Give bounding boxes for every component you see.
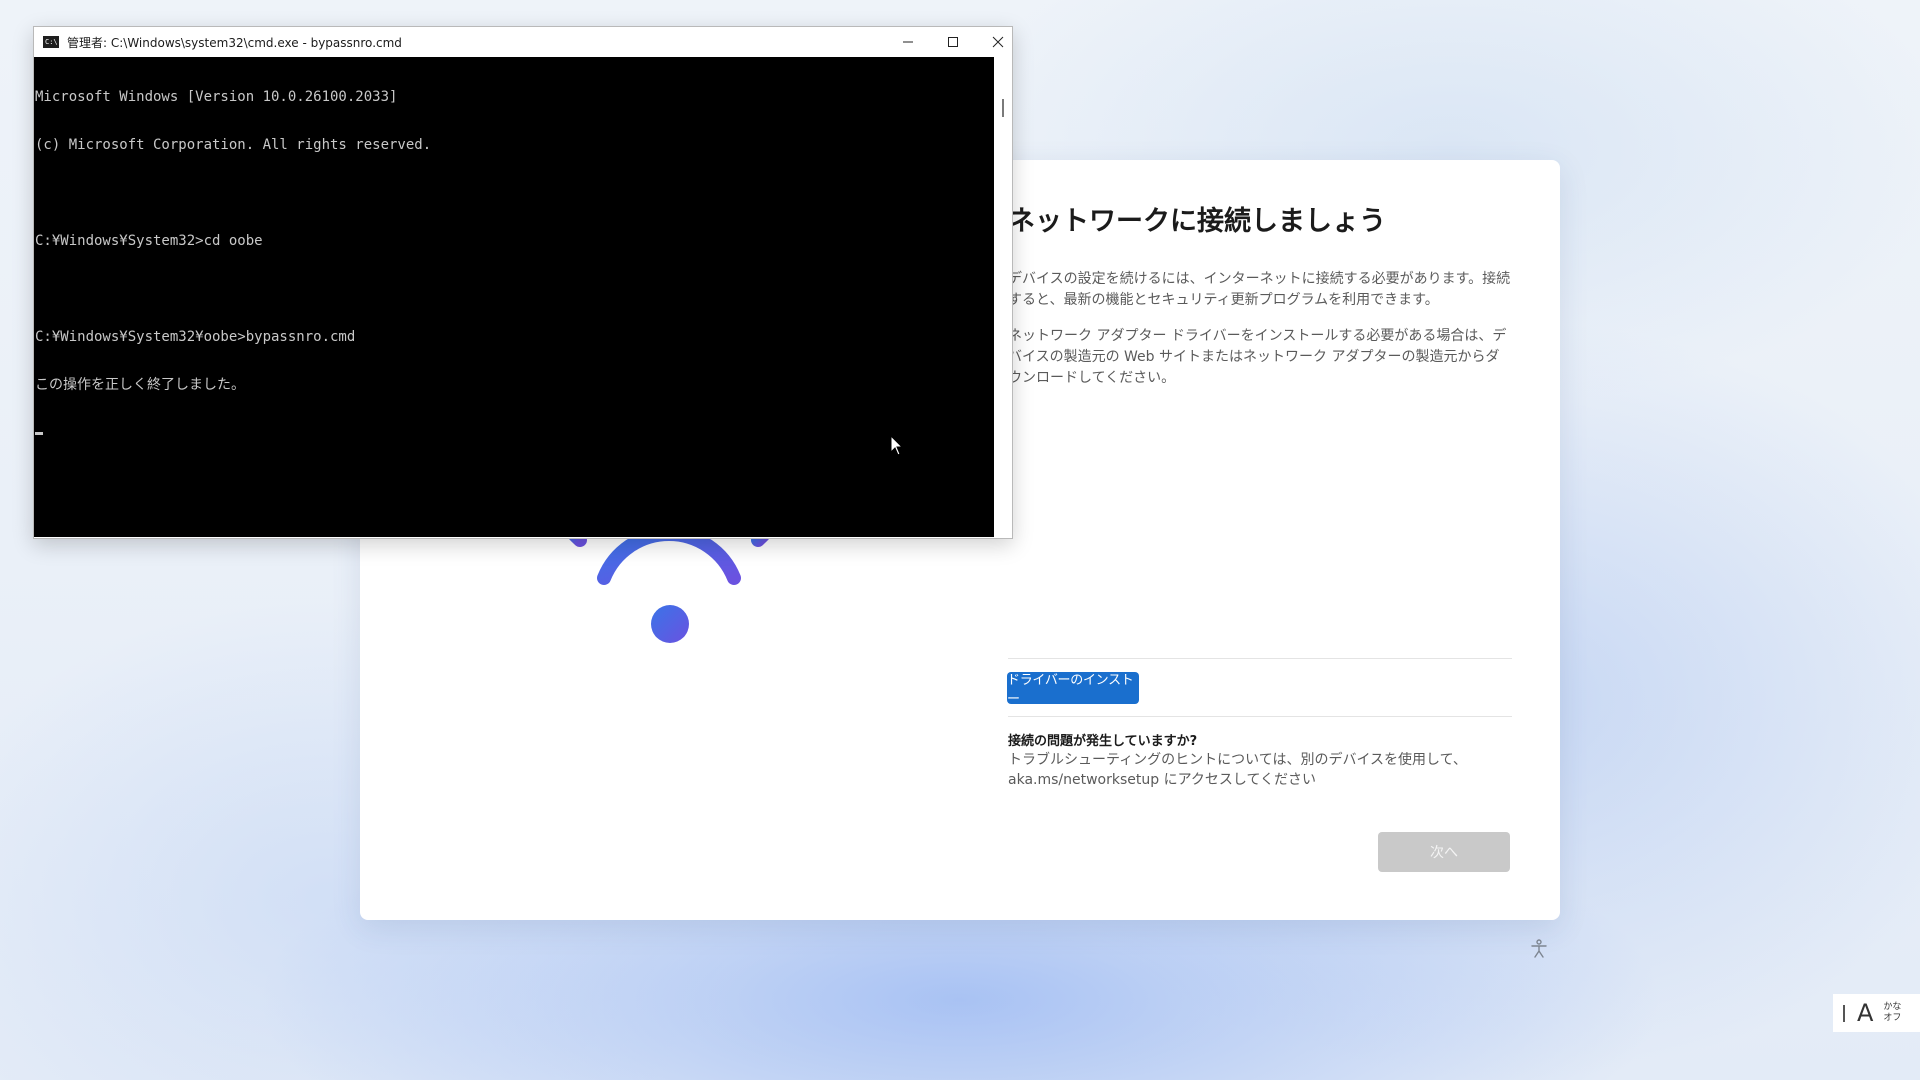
text-cursor	[35, 431, 43, 435]
console-line: C:¥Windows¥System32>cd oobe	[35, 233, 263, 249]
page-title: ネットワークに接続しましょう	[1008, 206, 1386, 237]
scrollbar-thumb[interactable]	[1002, 99, 1004, 117]
console-line: C:¥Windows¥System32¥oobe>bypassnro.cmd	[35, 329, 356, 345]
console-line: (c) Microsoft Corporation. All rights re…	[35, 137, 432, 153]
ime-mode[interactable]: A	[1857, 999, 1873, 1027]
cmd-window[interactable]: C:\ 管理者: C:\Windows\system32\cmd.exe - b…	[33, 26, 1013, 539]
console-output[interactable]: Microsoft Windows [Version 10.0.26100.20…	[34, 57, 994, 537]
cmd-titlebar[interactable]: C:\ 管理者: C:\Windows\system32\cmd.exe - b…	[34, 27, 1012, 57]
connection-issue-heading: 接続の問題が発生していますか?	[1008, 734, 1198, 749]
close-icon	[992, 36, 1004, 48]
accessibility-icon[interactable]	[1529, 939, 1549, 959]
install-driver-button[interactable]: ドライバーのインストー	[1007, 672, 1139, 707]
maximize-icon	[948, 37, 958, 47]
console-cursor-line	[34, 425, 994, 441]
ime-kana-toggle[interactable]: かな オフ	[1883, 1002, 1905, 1024]
minimize-icon	[903, 41, 913, 43]
maximize-button[interactable]	[931, 27, 975, 57]
console-line: Microsoft Windows [Version 10.0.26100.20…	[35, 89, 398, 105]
description-driver: ネットワーク アダプター ドライバーをインストールする必要がある場合は、デバイス…	[1008, 328, 1507, 386]
close-button[interactable]	[976, 27, 1020, 57]
ime-kana-line2: オフ	[1883, 1013, 1902, 1023]
ime-separator	[1843, 1004, 1845, 1022]
connection-issue-text: トラブルシューティングのヒントについては、別のデバイスを使用して、aka.ms/…	[1008, 752, 1467, 788]
minimize-button[interactable]	[886, 27, 930, 57]
divider	[1008, 716, 1512, 717]
ime-indicator[interactable]: A かな オフ	[1833, 994, 1920, 1032]
cmd-window-title: 管理者: C:\Windows\system32\cmd.exe - bypas…	[67, 35, 402, 50]
ime-kana-line1: かな	[1883, 1002, 1902, 1012]
oobe-content: ネットワークに接続しましょう デバイスの設定を続けるには、インターネットに接続す…	[1008, 204, 1512, 386]
description-connect: デバイスの設定を続けるには、インターネットに接続する必要があります。接続すると、…	[1008, 271, 1511, 308]
console-icon: C:\	[43, 36, 59, 48]
divider	[1008, 658, 1512, 659]
mouse-pointer-icon	[890, 435, 904, 456]
next-button[interactable]: 次へ	[1378, 832, 1510, 872]
scrollbar[interactable]	[994, 57, 1011, 537]
console-line: この操作を正しく終了しました。	[35, 377, 245, 393]
